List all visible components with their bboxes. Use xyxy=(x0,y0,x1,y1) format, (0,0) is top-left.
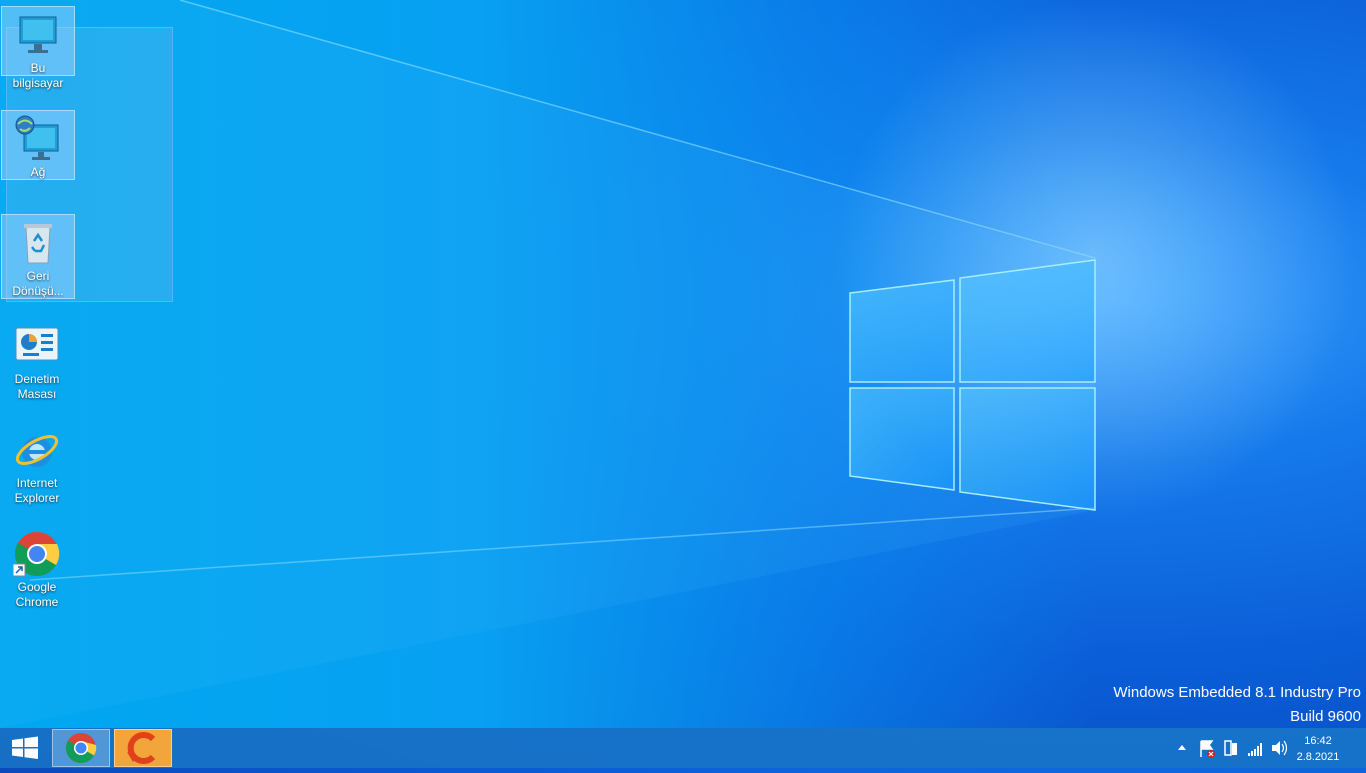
show-hidden-icons-button[interactable] xyxy=(1176,728,1188,768)
clock-time: 16:42 xyxy=(1304,735,1332,747)
clock-date: 2.8.2021 xyxy=(1296,751,1340,763)
desktop-icon-recycle-bin[interactable]: Geri Dönüşü... xyxy=(1,214,75,299)
os-build-watermark: Build 9600 xyxy=(1290,708,1361,725)
desktop-icon-google-chrome[interactable]: Google Chrome xyxy=(1,526,73,609)
os-version-watermark: Windows Embedded 8.1 Industry Pro xyxy=(1113,684,1361,701)
action-center-button[interactable] xyxy=(1198,728,1216,768)
taskbar-chrome-button[interactable] xyxy=(52,729,110,767)
desktop-icon-control-panel[interactable]: Denetim Masası xyxy=(1,318,73,401)
desktop-icon-internet-explorer[interactable]: Internet Explorer xyxy=(1,422,73,505)
computer-icon xyxy=(14,11,62,59)
ccleaner-icon xyxy=(127,732,156,764)
internet-explorer-icon xyxy=(13,426,61,474)
usb-device-icon xyxy=(1224,740,1237,756)
start-button[interactable] xyxy=(0,728,50,768)
network-signal-button[interactable] xyxy=(1246,728,1264,768)
taskbar: 16:42 2.8.2021 xyxy=(0,728,1366,768)
network-icon xyxy=(14,115,62,163)
windows-start-icon xyxy=(12,736,38,759)
action-center-flag-icon xyxy=(1200,740,1215,758)
chrome-icon xyxy=(65,733,97,764)
chrome-icon xyxy=(12,530,61,578)
icon-label: Ağ xyxy=(30,165,46,179)
icon-label: Denetim Masası xyxy=(14,372,60,401)
desktop-icon-network[interactable]: Ağ xyxy=(1,110,75,180)
icon-label: Google Chrome xyxy=(15,580,59,609)
taskbar-ccleaner-button[interactable] xyxy=(114,729,172,767)
volume-icon xyxy=(1272,740,1288,756)
icon-label: Bu bilgisayar xyxy=(12,61,64,90)
wallpaper xyxy=(0,0,1366,728)
icon-label: Internet Explorer xyxy=(14,476,60,505)
signal-icon xyxy=(1248,743,1262,756)
show-hidden-icons-icon xyxy=(1178,745,1186,750)
recycle-bin-icon xyxy=(14,219,62,267)
volume-button[interactable] xyxy=(1270,728,1288,768)
control-panel-icon xyxy=(13,322,61,370)
icon-label: Geri Dönüşü... xyxy=(12,269,64,298)
usb-device-button[interactable] xyxy=(1222,728,1240,768)
desktop-icon-this-pc[interactable]: Bu bilgisayar xyxy=(1,6,75,90)
clock[interactable]: 16:42 2.8.2021 xyxy=(1288,733,1348,765)
